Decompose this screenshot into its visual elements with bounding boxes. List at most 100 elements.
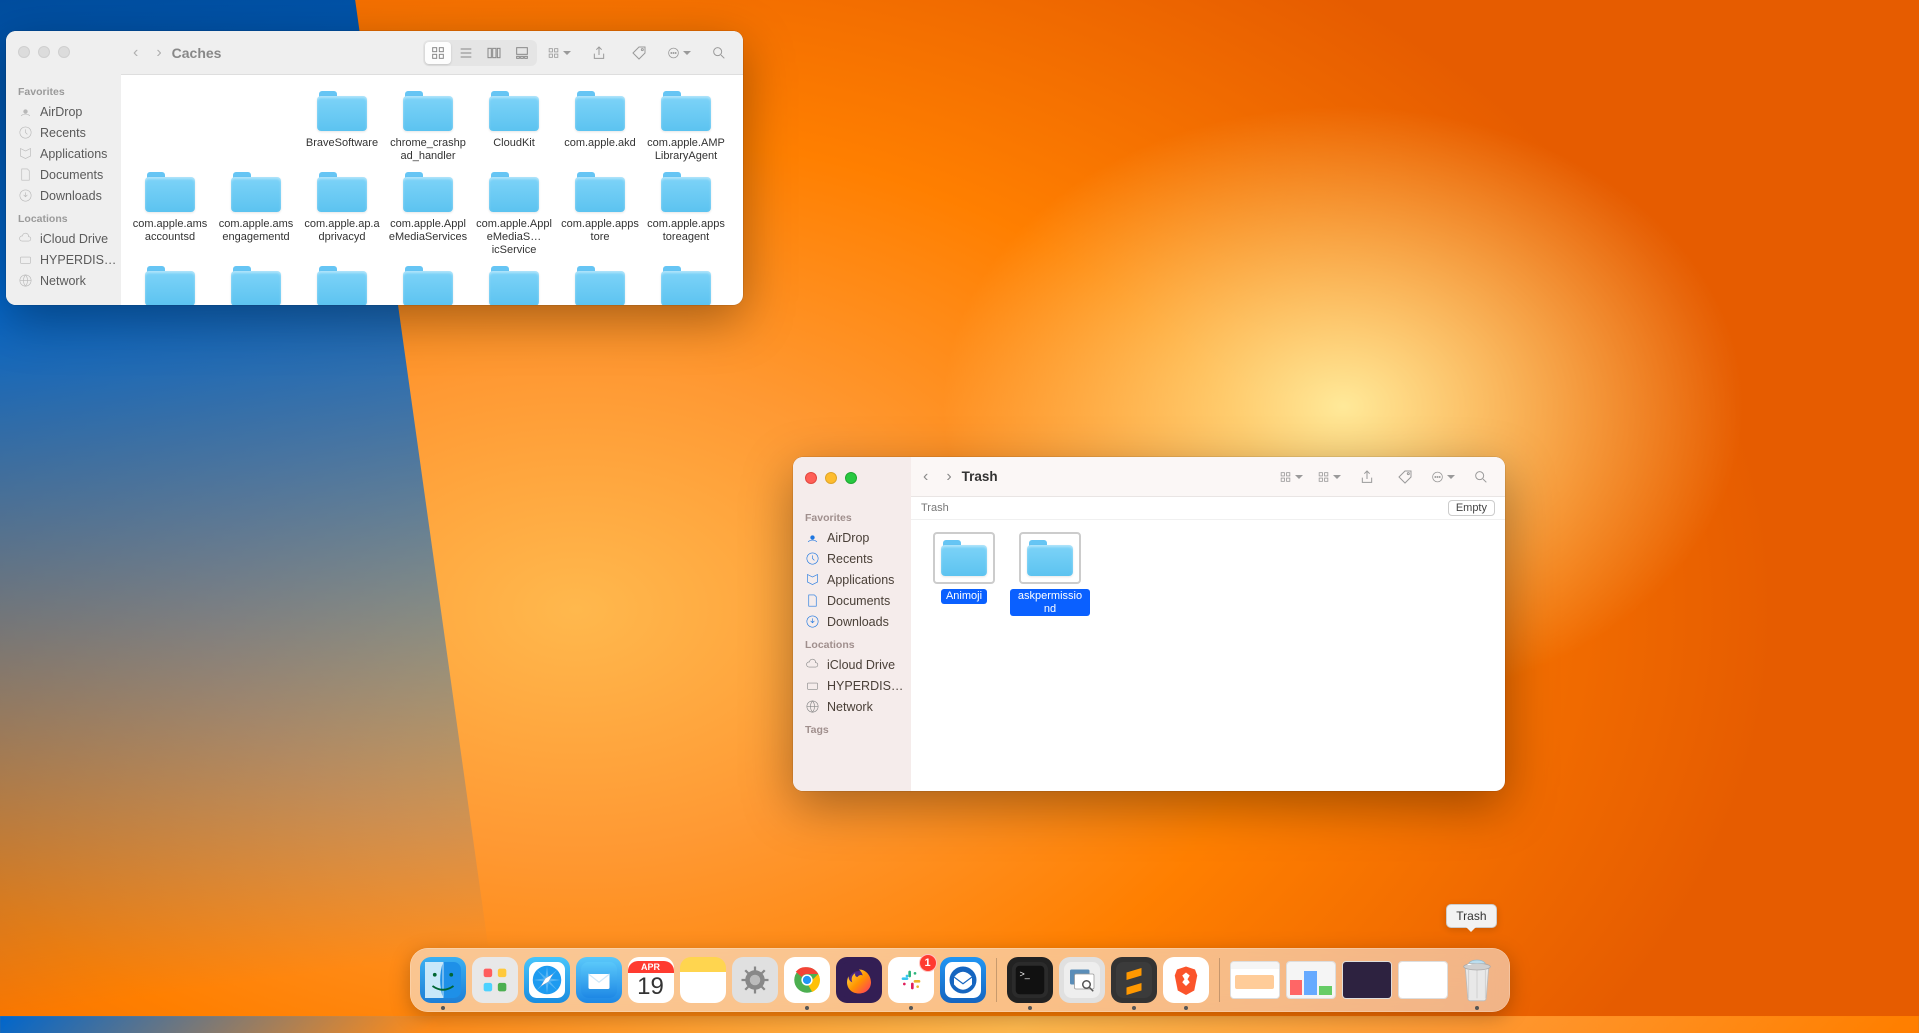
empty-trash-button[interactable]: Empty <box>1448 500 1495 516</box>
close-button[interactable] <box>18 46 30 58</box>
view-icons-button[interactable] <box>425 42 451 64</box>
folder-item[interactable]: com.apple.AppleMediaServices <box>385 170 471 256</box>
dock-app-calendar[interactable]: APR19 <box>628 957 674 1003</box>
dock-minimized-window-3[interactable] <box>1342 961 1392 999</box>
folder-item[interactable]: com.apple.akd <box>557 89 643 162</box>
sidebar-item-applications[interactable]: Applications <box>6 143 121 164</box>
sidebar: Favorites AirDrop Recents Applications D… <box>793 457 911 791</box>
dock-app-settings[interactable] <box>732 957 778 1003</box>
sidebar: Favorites AirDrop Recents Applications D… <box>6 31 121 305</box>
sidebar-item-recents[interactable]: Recents <box>793 548 911 569</box>
search-button[interactable] <box>1469 465 1493 489</box>
back-button[interactable]: ‹ <box>923 468 928 486</box>
view-columns-button[interactable] <box>481 42 507 64</box>
dock-app-brave[interactable] <box>1163 957 1209 1003</box>
forward-button[interactable]: › <box>156 44 161 62</box>
folder-item[interactable]: com.apple.appstoreagent <box>643 170 729 256</box>
minimize-button[interactable] <box>825 472 837 484</box>
action-button[interactable] <box>667 41 691 65</box>
dock-app-launchpad[interactable] <box>472 957 518 1003</box>
file-grid[interactable]: BraveSoftwarechrome_crashpad_handlerClou… <box>121 75 743 305</box>
folder-item[interactable]: Animoji <box>921 532 1007 616</box>
folder-item[interactable]: chrome_crashpad_handler <box>385 89 471 162</box>
forward-button[interactable]: › <box>946 468 951 486</box>
dock-app-firefox[interactable] <box>836 957 882 1003</box>
folder-item[interactable]: com.apple.ap.adprivacyd <box>299 170 385 256</box>
folder-item[interactable]: askpermissiond <box>1007 532 1093 616</box>
dock-app-terminal[interactable]: >_ <box>1007 957 1053 1003</box>
minimize-button[interactable] <box>38 46 50 58</box>
folder-item[interactable]: com.apple.AMPLibraryAgent <box>643 89 729 162</box>
folder-item[interactable]: com.apple.amsaccountsd <box>127 170 213 256</box>
folder-label: chrome_crashpad_handler <box>388 137 468 162</box>
sidebar-item-icloud[interactable]: iCloud Drive <box>793 654 911 675</box>
sidebar-item-network[interactable]: Network <box>6 270 121 291</box>
folder-item[interactable]: com.apple.AppleMediaS…icService <box>471 170 557 256</box>
dock-app-mail[interactable] <box>576 957 622 1003</box>
folder-icon <box>573 89 627 133</box>
sidebar-item-hyperdisk[interactable]: HYPERDIS… <box>793 675 911 696</box>
dock-app-thunderbird[interactable] <box>940 957 986 1003</box>
tag-button[interactable] <box>1393 465 1417 489</box>
tag-button[interactable] <box>627 41 651 65</box>
sidebar-item-downloads[interactable]: Downloads <box>793 611 911 632</box>
dock-app-chrome[interactable] <box>784 957 830 1003</box>
sidebar-item-recents[interactable]: Recents <box>6 122 121 143</box>
finder-window-caches[interactable]: Favorites AirDrop Recents Applications D… <box>6 31 743 305</box>
dock-app-finder[interactable] <box>420 957 466 1003</box>
action-button[interactable] <box>1431 465 1455 489</box>
folder-item[interactable] <box>299 264 385 305</box>
maximize-button[interactable] <box>58 46 70 58</box>
group-button[interactable] <box>547 41 571 65</box>
sidebar-item-airdrop[interactable]: AirDrop <box>793 527 911 548</box>
sidebar-item-documents[interactable]: Documents <box>793 590 911 611</box>
dock-app-safari[interactable] <box>524 957 570 1003</box>
sidebar-item-hyperdisk[interactable]: HYPERDIS… <box>6 249 121 270</box>
view-button[interactable] <box>1279 465 1303 489</box>
sidebar-item-network[interactable]: Network <box>793 696 911 717</box>
sidebar-section-favorites: Favorites <box>793 510 911 527</box>
window-title: Caches <box>172 45 222 61</box>
dock-trash[interactable]: Trash <box>1454 957 1500 1003</box>
folder-icon <box>401 264 455 305</box>
sidebar-section-tags: Tags <box>793 722 911 739</box>
view-gallery-button[interactable] <box>509 42 535 64</box>
share-button[interactable] <box>587 41 611 65</box>
back-button[interactable]: ‹ <box>133 44 138 62</box>
dock-app-preview[interactable] <box>1059 957 1105 1003</box>
folder-item[interactable] <box>643 264 729 305</box>
folder-item[interactable] <box>471 264 557 305</box>
dock-app-sublime[interactable] <box>1111 957 1157 1003</box>
dock-app-slack[interactable]: 1 <box>888 957 934 1003</box>
folder-label: com.apple.appstoreagent <box>646 218 726 243</box>
share-button[interactable] <box>1355 465 1379 489</box>
folder-icon <box>401 170 455 214</box>
dock-minimized-window-1[interactable] <box>1230 961 1280 999</box>
dock-minimized-window-2[interactable] <box>1286 961 1336 999</box>
folder-item[interactable] <box>213 264 299 305</box>
dock-minimized-window-4[interactable] <box>1398 961 1448 999</box>
view-list-button[interactable] <box>453 42 479 64</box>
sidebar-item-applications[interactable]: Applications <box>793 569 911 590</box>
file-grid[interactable]: Animojiaskpermissiond <box>911 520 1505 791</box>
dock-app-notes[interactable] <box>680 957 726 1003</box>
sidebar-item-airdrop[interactable]: AirDrop <box>6 101 121 122</box>
eject-icon[interactable] <box>910 680 911 691</box>
folder-icon <box>487 89 541 133</box>
folder-item[interactable]: BraveSoftware <box>299 89 385 162</box>
folder-item[interactable] <box>127 264 213 305</box>
folder-item[interactable] <box>557 264 643 305</box>
maximize-button[interactable] <box>845 472 857 484</box>
sidebar-item-icloud[interactable]: iCloud Drive <box>6 228 121 249</box>
sidebar-item-downloads[interactable]: Downloads <box>6 185 121 206</box>
folder-item[interactable]: com.apple.appstore <box>557 170 643 256</box>
folder-item[interactable] <box>385 264 471 305</box>
sidebar-item-documents[interactable]: Documents <box>6 164 121 185</box>
calendar-month: APR <box>628 961 674 973</box>
folder-item[interactable]: CloudKit <box>471 89 557 162</box>
search-button[interactable] <box>707 41 731 65</box>
close-button[interactable] <box>805 472 817 484</box>
finder-window-trash[interactable]: Favorites AirDrop Recents Applications D… <box>793 457 1505 791</box>
folder-item[interactable]: com.apple.amsengagementd <box>213 170 299 256</box>
group-button[interactable] <box>1317 465 1341 489</box>
